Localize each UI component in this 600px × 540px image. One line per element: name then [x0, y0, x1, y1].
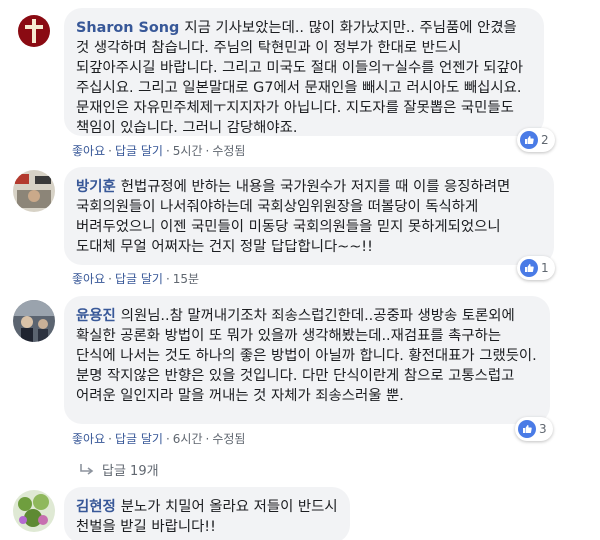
comment-bubble: Sharon Song 지금 기사보았는데.. 많이 화가났지만.. 주님품에 안… [64, 8, 544, 136]
separator: · [108, 144, 112, 158]
reply-link[interactable]: 답글 달기 [115, 144, 163, 158]
separator: · [165, 144, 170, 158]
comment-text: 방기훈 헌법규정에 반하는 내용을 국가원수가 저지를 때 이를 응징하려면 국회… [76, 177, 542, 257]
like-link[interactable]: 좋아요 [72, 272, 105, 286]
comment-body: 헌법규정에 반하는 내용을 국가원수가 저지를 때 이를 응징하려면 국회의원들… [76, 179, 511, 255]
separator: · [205, 144, 210, 158]
reaction-badge[interactable]: 3 [515, 417, 553, 441]
reaction-count: 1 [541, 261, 549, 275]
reply-link[interactable]: 답글 달기 [115, 272, 163, 286]
avatar[interactable] [13, 10, 55, 52]
edited-label[interactable]: 수정됨 [212, 432, 245, 446]
reaction-badge[interactable]: 2 [517, 128, 555, 152]
comment-author[interactable]: 김현정 [76, 499, 116, 515]
like-icon [520, 259, 538, 277]
separator: · [165, 272, 170, 286]
comment-author[interactable]: 방기훈 [76, 179, 116, 195]
avatar-image [13, 300, 55, 342]
like-link[interactable]: 좋아요 [72, 144, 105, 158]
avatar-image [13, 10, 55, 52]
comment-body: 의원님..참 말꺼내기조차 죄송스럽긴한데..공중파 생방송 토론외에 확실한 … [76, 308, 537, 404]
avatar[interactable] [13, 170, 55, 212]
comment-actions: 좋아요 · 답글 달기 · 5시간 · 수정됨 [72, 142, 245, 159]
comment-body: 지금 기사보았는데.. 많이 화가났지만.. 주님품에 안겼을 것 생각하며 참… [76, 20, 524, 136]
like-icon [518, 420, 536, 438]
avatar[interactable] [13, 490, 55, 532]
separator: · [205, 432, 210, 446]
comment-actions: 좋아요 · 답글 달기 · 6시간 · 수정됨 [72, 430, 245, 447]
comment-author[interactable]: 윤용진 [76, 308, 116, 324]
separator: · [108, 272, 112, 286]
comment-author[interactable]: Sharon Song [76, 20, 179, 36]
reply-link[interactable]: 답글 달기 [115, 432, 163, 446]
timestamp[interactable]: 5시간 [173, 144, 203, 158]
comment-bubble: 윤용진 의원님..참 말꺼내기조차 죄송스럽긴한데..공중파 생방송 토론외에 확… [64, 296, 550, 424]
timestamp[interactable]: 6시간 [173, 432, 203, 446]
timestamp[interactable]: 15분 [173, 272, 199, 286]
reaction-count: 2 [541, 133, 549, 147]
avatar-image [13, 490, 55, 532]
comment-text: 김현정 분노가 치밀어 올라요 저들이 반드시 천벌을 받길 바랍니다!! [76, 497, 338, 537]
comment-text: 윤용진 의원님..참 말꺼내기조차 죄송스럽긴한데..공중파 생방송 토론외에 확… [76, 306, 538, 406]
avatar[interactable] [13, 300, 55, 342]
separator: · [165, 432, 170, 446]
view-replies-link[interactable]: 답글 19개 [78, 460, 159, 479]
replies-count: 답글 19개 [102, 464, 159, 479]
like-icon [520, 131, 538, 149]
reaction-count: 3 [539, 422, 547, 436]
comment-bubble: 김현정 분노가 치밀어 올라요 저들이 반드시 천벌을 받길 바랍니다!! [64, 487, 350, 540]
reply-arrow-icon [80, 463, 94, 475]
reaction-badge[interactable]: 1 [517, 256, 555, 280]
like-link[interactable]: 좋아요 [72, 432, 105, 446]
comment-bubble: 방기훈 헌법규정에 반하는 내용을 국가원수가 저지를 때 이를 응징하려면 국회… [64, 167, 554, 265]
comment-text: Sharon Song 지금 기사보았는데.. 많이 화가났지만.. 주님품에 안… [76, 18, 532, 138]
comment-actions: 좋아요 · 답글 달기 · 15분 [72, 270, 199, 287]
avatar-image [13, 170, 55, 212]
separator: · [108, 432, 112, 446]
edited-label[interactable]: 수정됨 [212, 144, 245, 158]
